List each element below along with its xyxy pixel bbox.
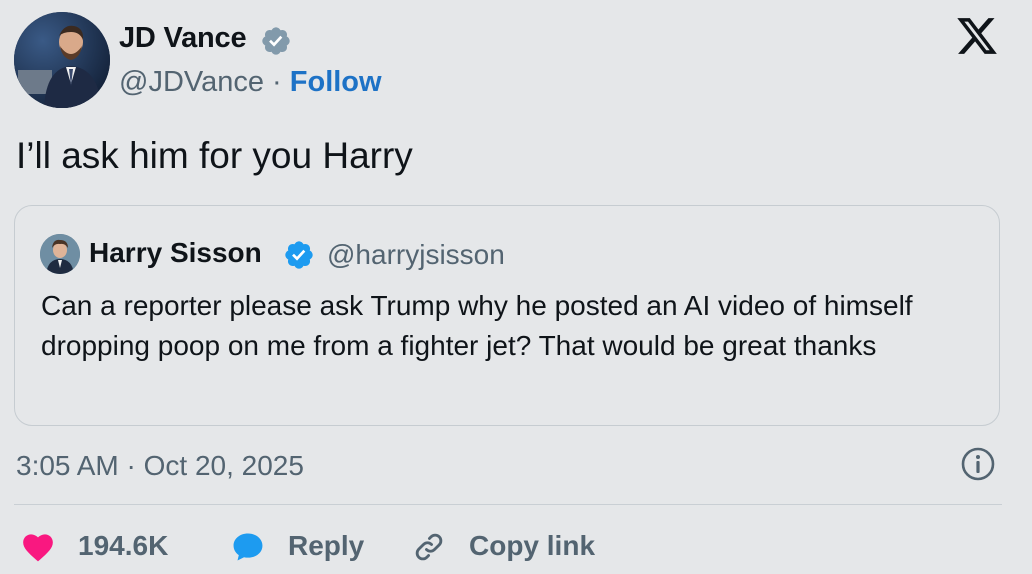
x-logo[interactable]	[954, 14, 1000, 58]
heart-icon	[23, 534, 53, 562]
copy-link-label: Copy link	[469, 530, 596, 561]
quoted-author-handle[interactable]: @harryjsisson	[327, 239, 505, 271]
link-icon	[415, 533, 443, 561]
info-icon[interactable]	[960, 446, 996, 482]
like-count: 194.6K	[78, 530, 169, 561]
verified-badge-icon	[285, 241, 313, 269]
reply-label: Reply	[288, 530, 365, 561]
author-handle[interactable]: @JDVance	[119, 66, 264, 98]
like-button[interactable]: 194.6K	[20, 526, 190, 566]
verified-badge-icon	[262, 27, 290, 55]
author-name[interactable]: JD Vance	[119, 22, 247, 55]
author-avatar[interactable]	[14, 12, 110, 108]
reply-button[interactable]: Reply	[230, 526, 380, 566]
tweet-text: I’ll ask him for you Harry	[16, 135, 413, 176]
follow-button[interactable]: Follow	[290, 66, 382, 98]
divider	[14, 504, 1002, 505]
quoted-author-avatar[interactable]	[40, 234, 80, 274]
quoted-tweet-card[interactable]: Harry Sisson @harryjsisson Can a reporte…	[14, 205, 1000, 426]
quoted-author-name[interactable]: Harry Sisson	[89, 237, 262, 269]
tweet-timestamp[interactable]: 3:05 AM · Oct 20, 2025	[16, 450, 304, 482]
author-handle-row: @JDVance · Follow	[119, 66, 382, 99]
separator-dot: ·	[272, 66, 282, 98]
speech-bubble-icon	[233, 533, 263, 561]
copy-link-button[interactable]: Copy link	[411, 526, 611, 566]
quoted-tweet-text: Can a reporter please ask Trump why he p…	[41, 290, 913, 361]
